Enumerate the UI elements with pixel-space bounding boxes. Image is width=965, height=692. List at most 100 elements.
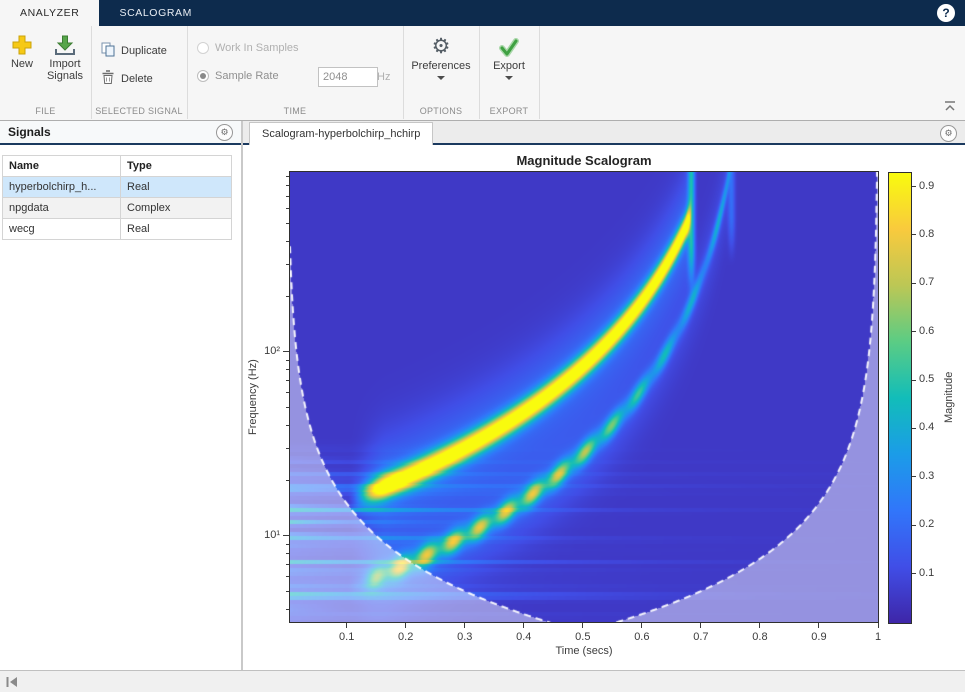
axis-tick — [523, 623, 524, 628]
signals-panel-title: Signals — [8, 125, 51, 139]
section-label-time: TIME — [187, 106, 403, 116]
axis-tick — [912, 525, 916, 526]
table-row[interactable]: wecg Real — [3, 219, 232, 240]
duplicate-button-label: Duplicate — [121, 45, 167, 57]
collapse-toolstrip-button[interactable] — [943, 100, 957, 115]
signals-panel-header: Signals — [0, 121, 241, 145]
axis-tick — [582, 623, 583, 628]
toolstrip-section-selected-signal: Duplicate Delete SELECTED SIGNAL — [91, 26, 188, 119]
work-in-samples-radio[interactable]: Work In Samples — [197, 42, 299, 54]
axis-tick — [912, 380, 916, 381]
collapse-left-panel-button[interactable] — [5, 676, 18, 688]
copy-icon — [101, 42, 115, 60]
signal-name: hyperbolchirp_h... — [3, 177, 121, 198]
delete-button[interactable]: Delete — [101, 70, 153, 88]
plus-icon — [11, 32, 33, 58]
axis-tick-label: 0.8 — [744, 631, 776, 643]
axis-tick-label: 1 — [862, 631, 894, 643]
app-tab-bar: ANALYZER SCALOGRAM ? — [0, 0, 965, 26]
toolstrip: New Import Signals FILE Duplicate — [0, 26, 965, 121]
radio-icon — [197, 70, 209, 82]
y-axis-label: Frequency (Hz) — [247, 172, 259, 622]
import-button-label-1: Import — [49, 58, 80, 70]
toolstrip-section-export: Export EXPORT — [479, 26, 540, 119]
import-signals-button[interactable]: Import Signals — [42, 32, 88, 82]
scalogram-document-tab[interactable]: Scalogram-hyperbolchirp_hchirp — [249, 122, 433, 145]
trash-icon — [101, 70, 115, 88]
axis-tick — [912, 573, 916, 574]
duplicate-button[interactable]: Duplicate — [101, 42, 167, 60]
column-header-type[interactable]: Type — [121, 156, 232, 177]
axis-tick-label: 0.1 — [331, 631, 363, 643]
scalogram-panel-settings-button[interactable] — [940, 125, 957, 142]
axis-tick — [912, 428, 916, 429]
preferences-button-label: Preferences — [411, 60, 470, 72]
triangle-left-to-bar-icon — [5, 676, 18, 688]
import-button-label-2: Signals — [47, 70, 83, 82]
table-row[interactable]: npgdata Complex — [3, 198, 232, 219]
export-button[interactable]: Export — [485, 34, 533, 80]
question-icon: ? — [942, 6, 949, 20]
toolstrip-section-time: Work In Samples Sample Rate Hz TIME — [187, 26, 404, 119]
new-button-label: New — [11, 58, 33, 70]
signal-type: Real — [121, 219, 232, 240]
signals-panel-settings-button[interactable] — [216, 124, 233, 141]
scalogram-document-tab-label: Scalogram-hyperbolchirp_hchirp — [262, 128, 420, 140]
tab-analyzer-label: ANALYZER — [20, 7, 79, 19]
wavelet-analyzer-app: ANALYZER SCALOGRAM ? New Import Signals … — [0, 0, 965, 692]
chevron-down-icon — [437, 76, 445, 80]
signals-table-header-row: Name Type — [3, 156, 232, 177]
help-button[interactable]: ? — [937, 4, 955, 22]
table-row[interactable]: hyperbolchirp_h... Real — [3, 177, 232, 198]
sample-rate-label: Sample Rate — [215, 70, 279, 82]
axis-tick-label: 0.3 — [449, 631, 481, 643]
scalogram-heatmap[interactable] — [290, 172, 878, 622]
document-tab-bar: Scalogram-hyperbolchirp_hchirp — [243, 121, 965, 145]
delete-button-label: Delete — [121, 73, 153, 85]
sample-rate-radio[interactable]: Sample Rate — [197, 70, 279, 82]
gear-icon — [432, 34, 451, 60]
axis-tick-label: 0.5 — [567, 631, 599, 643]
axis-tick — [912, 186, 916, 187]
signal-type: Complex — [121, 198, 232, 219]
status-bar — [0, 670, 965, 692]
chevron-up-to-bar-icon — [943, 100, 957, 112]
axis-tick — [878, 623, 879, 628]
axis-tick — [405, 623, 406, 628]
new-button[interactable]: New — [4, 32, 40, 70]
checkmark-icon — [498, 34, 520, 60]
import-icon — [54, 32, 76, 58]
section-label-selected-signal: SELECTED SIGNAL — [91, 106, 187, 116]
signal-name: wecg — [3, 219, 121, 240]
section-label-options: OPTIONS — [403, 106, 479, 116]
axis-tick — [912, 476, 916, 477]
scalogram-chart-area: Magnitude Scalogram Frequency (Hz) Time … — [243, 145, 965, 670]
chevron-down-icon — [505, 76, 513, 80]
toolstrip-section-options: Preferences OPTIONS — [403, 26, 480, 119]
axis-tick — [759, 623, 760, 628]
x-axis-label: Time (secs) — [290, 645, 878, 657]
sample-rate-input[interactable] — [318, 67, 378, 87]
section-label-file: FILE — [0, 106, 91, 116]
signal-type: Real — [121, 177, 232, 198]
axis-tick-label: 0.2 — [390, 631, 422, 643]
axis-tick-label: 0.6 — [626, 631, 658, 643]
axis-tick — [912, 283, 916, 284]
preferences-button[interactable]: Preferences — [407, 34, 475, 80]
section-label-export: EXPORT — [479, 106, 539, 116]
axis-tick-label: 0.9 — [803, 631, 835, 643]
axis-tick — [912, 234, 916, 235]
axis-tick — [641, 623, 642, 628]
tab-analyzer[interactable]: ANALYZER — [0, 0, 99, 26]
axis-tick — [346, 623, 347, 628]
signal-name: npgdata — [3, 198, 121, 219]
tab-scalogram[interactable]: SCALOGRAM — [99, 0, 212, 26]
signals-panel: Signals Name Type hyperbolchirp_h... Rea… — [0, 121, 241, 670]
axis-tick — [818, 623, 819, 628]
tab-scalogram-label: SCALOGRAM — [119, 7, 192, 19]
work-in-samples-label: Work In Samples — [215, 42, 299, 54]
column-header-name[interactable]: Name — [3, 156, 121, 177]
axis-tick-label: 0.4 — [508, 631, 540, 643]
signals-table: Name Type hyperbolchirp_h... Real npgdat… — [2, 155, 232, 240]
axis-tick — [912, 331, 916, 332]
